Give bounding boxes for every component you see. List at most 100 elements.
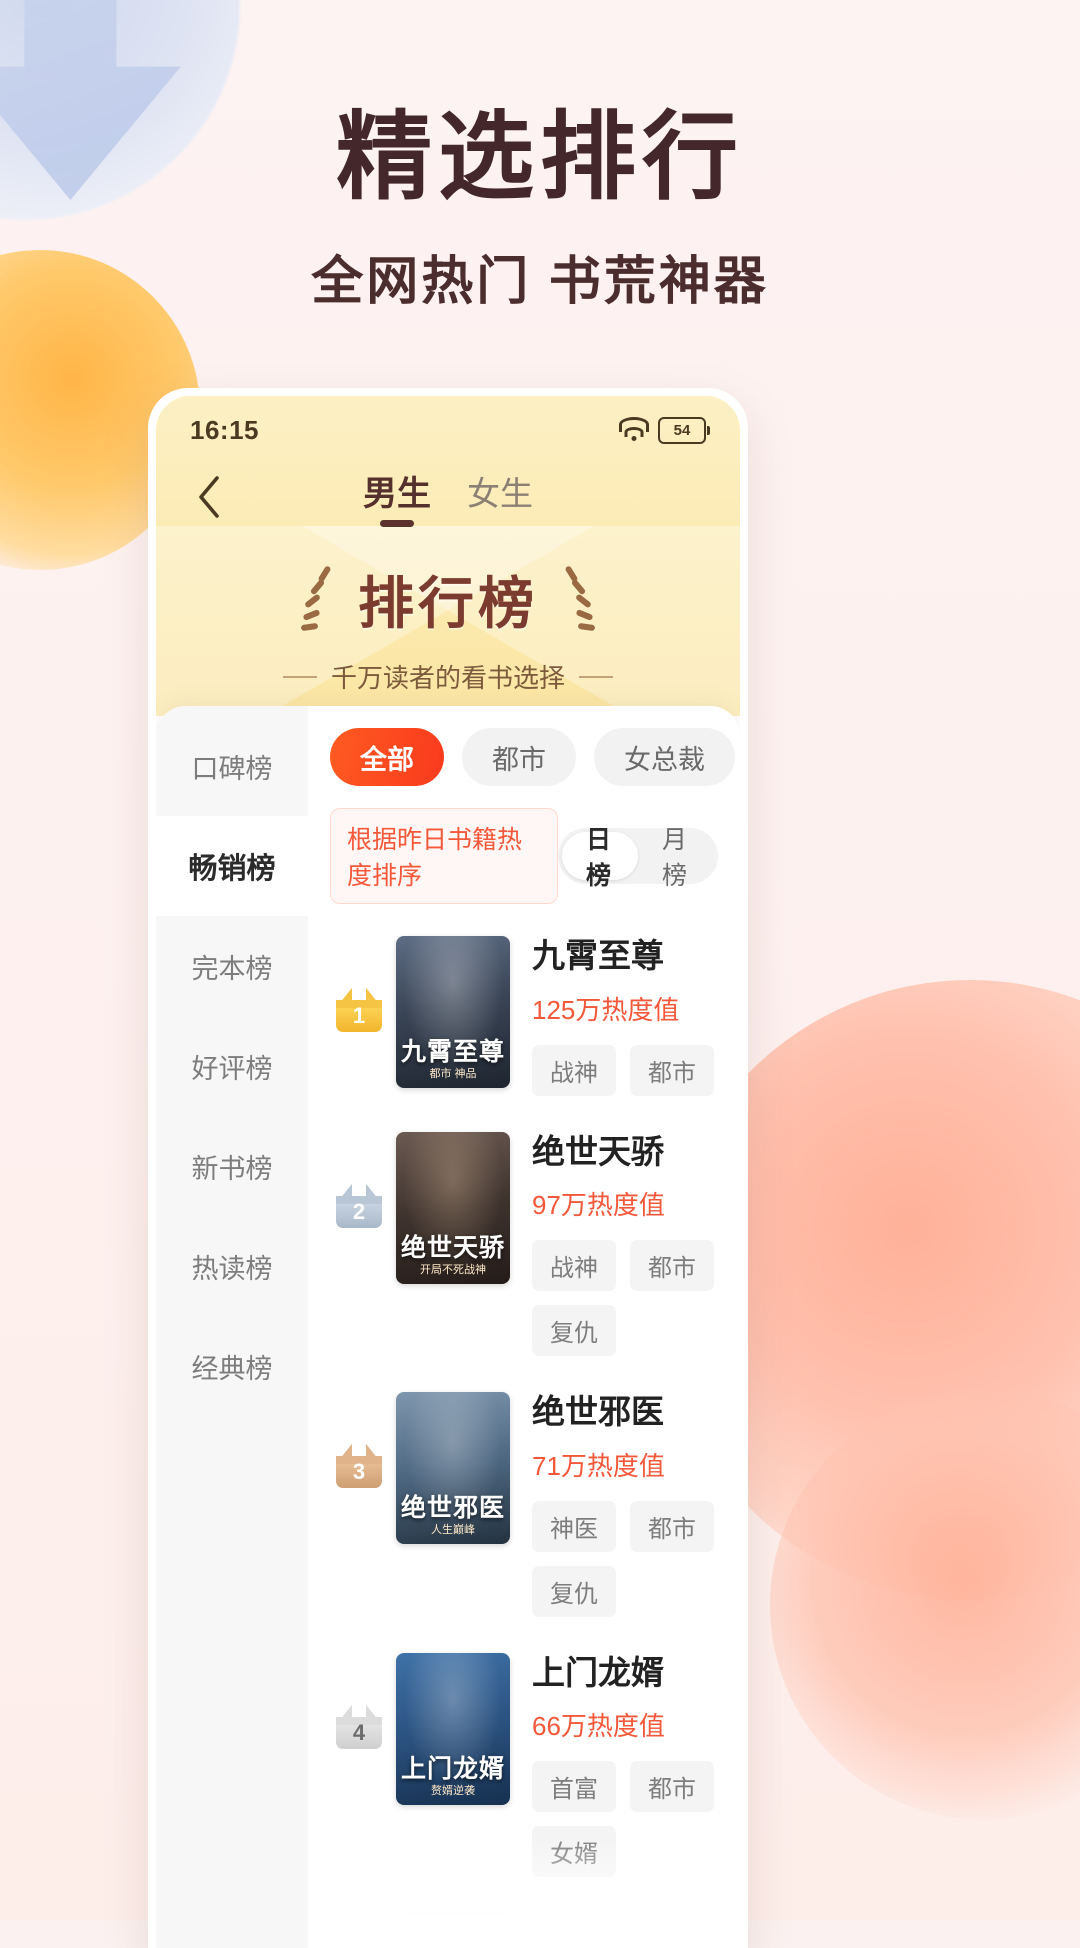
rank-number: 2 bbox=[352, 1198, 366, 1224]
crown-icon: 1 bbox=[336, 988, 382, 1032]
ranking-content-card: 口碑榜 畅销榜 完本榜 好评榜 新书榜 热读榜 经典榜 全部 都市 女总裁 神医… bbox=[156, 706, 740, 1948]
book-tag: 首富 bbox=[532, 1761, 616, 1813]
sidebar-item-xinshu[interactable]: 新书榜 bbox=[156, 1116, 308, 1216]
sidebar-item-haoping[interactable]: 好评榜 bbox=[156, 1016, 308, 1116]
book-tags: 战神 都市 bbox=[532, 1044, 718, 1096]
sidebar-item-koubei[interactable]: 口碑榜 bbox=[156, 716, 308, 816]
book-title: 九霄至尊 bbox=[532, 937, 664, 974]
book-title: 绝世天骄 bbox=[532, 1132, 664, 1170]
rank-badge-wrap: 1 bbox=[330, 936, 388, 1032]
book-title: 离婚后，高冷女总裁后悔了 bbox=[532, 1914, 697, 1948]
book-cover[interactable]: 离婚后 高冷女总裁 bbox=[396, 1913, 510, 1948]
tab-female[interactable]: 女生 bbox=[467, 467, 533, 529]
rank-badge-wrap: 4 bbox=[330, 1653, 388, 1749]
status-bar: 16:15 54 bbox=[156, 396, 740, 458]
rank-number: 1 bbox=[352, 1003, 366, 1028]
book-tag: 都市 bbox=[630, 1044, 714, 1096]
book-heat: 71万热度值 bbox=[532, 1450, 665, 1481]
battery-level: 54 bbox=[673, 421, 691, 439]
book-title: 上门龙婿 bbox=[532, 1653, 664, 1691]
cover-title: 绝世邪医 bbox=[400, 1494, 505, 1523]
book-heat: 125万热度值 bbox=[532, 994, 680, 1025]
sidebar-item-redu[interactable]: 热读榜 bbox=[156, 1216, 308, 1316]
banner-rule-right bbox=[579, 675, 613, 678]
book-cover[interactable]: 上门龙婿 赘婿逆袭 bbox=[396, 1652, 510, 1805]
book-tag: 女婿 bbox=[532, 1826, 616, 1878]
rank-number: 3 bbox=[352, 1459, 366, 1485]
chip-dushi[interactable]: 都市 bbox=[462, 728, 576, 786]
phone-mockup: 16:15 54 男生 女生 排行榜 千万读者的看书选择 口碑榜 畅销榜 完本榜… bbox=[148, 388, 748, 1948]
book-heat: 97万热度值 bbox=[532, 1190, 665, 1221]
book-tag: 都市 bbox=[630, 1500, 714, 1552]
filter-row: 根据昨日书籍热度排序 日榜 月榜 bbox=[308, 792, 740, 914]
crown-icon: 3 bbox=[336, 1444, 382, 1489]
banner-subtitle: 千万读者的看书选择 bbox=[330, 663, 565, 693]
sort-note: 根据昨日书籍热度排序 bbox=[330, 808, 558, 904]
ranking-category-sidebar: 口碑榜 畅销榜 完本榜 好评榜 新书榜 热读榜 经典榜 bbox=[156, 706, 308, 1948]
book-list-item[interactable]: 5 离婚后 高冷女总裁 离婚后，高冷女总裁后悔了 63万热度值 bbox=[330, 1895, 718, 1948]
cover-subtitle: 开局不死战神 bbox=[420, 1263, 486, 1276]
cover-subtitle: 都市 神品 bbox=[429, 1068, 477, 1080]
sidebar-item-jingdian[interactable]: 经典榜 bbox=[156, 1316, 308, 1416]
book-tags: 战神 都市 复仇 bbox=[532, 1240, 718, 1357]
rank-badge-wrap: 3 bbox=[330, 1392, 388, 1489]
crown-icon: 4 bbox=[336, 1704, 382, 1749]
book-tag: 战神 bbox=[532, 1240, 616, 1292]
book-list-item[interactable]: 2 绝世天骄 开局不死战神 绝世天骄 97万热度值 战神 都市 复仇 bbox=[330, 1114, 718, 1375]
segment-monthly[interactable]: 月榜 bbox=[638, 826, 714, 890]
book-tag: 复仇 bbox=[532, 1305, 616, 1357]
wifi-icon bbox=[619, 416, 649, 441]
chip-all[interactable]: 全部 bbox=[330, 728, 444, 786]
battery-icon: 54 bbox=[658, 416, 710, 444]
laurel-left-icon bbox=[296, 564, 336, 633]
ranking-banner: 排行榜 千万读者的看书选择 bbox=[156, 536, 740, 718]
promo-title: 精选排行 bbox=[336, 104, 744, 211]
book-cover[interactable]: 绝世天骄 开局不死战神 bbox=[396, 1131, 510, 1284]
sidebar-item-changxiao[interactable]: 畅销榜 bbox=[156, 816, 308, 916]
cover-title: 九霄至尊 bbox=[400, 1038, 505, 1066]
book-tags: 神医 都市 复仇 bbox=[532, 1500, 718, 1617]
book-title: 绝世邪医 bbox=[532, 1393, 664, 1431]
book-list-item[interactable]: 1 九霄至尊 都市 神品 九霄至尊 125万热度值 战神 都市 bbox=[330, 918, 718, 1114]
book-ranking-list: 1 九霄至尊 都市 神品 九霄至尊 125万热度值 战神 都市 2 绝世天骄 开… bbox=[308, 914, 740, 1948]
book-list-item[interactable]: 3 绝世邪医 人生巅峰 绝世邪医 71万热度值 神医 都市 复仇 bbox=[330, 1374, 718, 1635]
rank-badge-wrap: 2 bbox=[330, 1132, 388, 1228]
cover-title: 上门龙婿 bbox=[400, 1754, 505, 1783]
promo-headline: 精选排行 全网热门 书荒神器 bbox=[0, 104, 1080, 314]
book-cover[interactable]: 绝世邪医 人生巅峰 bbox=[396, 1392, 510, 1545]
chip-nvzongcai[interactable]: 女总裁 bbox=[594, 728, 735, 786]
rank-badge-wrap: 5 bbox=[330, 1913, 388, 1948]
book-list-item[interactable]: 4 上门龙婿 赘婿逆袭 上门龙婿 66万热度值 首富 都市 女婿 bbox=[330, 1635, 718, 1896]
book-info: 绝世天骄 97万热度值 战神 都市 复仇 bbox=[510, 1132, 718, 1357]
laurel-right-icon bbox=[560, 564, 600, 633]
cover-subtitle: 赘婿逆袭 bbox=[431, 1784, 475, 1797]
book-tag: 都市 bbox=[630, 1240, 714, 1292]
phone-screen: 16:15 54 男生 女生 排行榜 千万读者的看书选择 口碑榜 畅销榜 完本榜… bbox=[156, 396, 740, 1948]
book-info: 上门龙婿 66万热度值 首富 都市 女婿 bbox=[510, 1653, 718, 1878]
back-chevron-icon[interactable] bbox=[186, 474, 232, 520]
banner-subtitle-row: 千万读者的看书选择 bbox=[282, 658, 613, 695]
book-tags: 首富 都市 女婿 bbox=[532, 1761, 718, 1878]
period-toggle[interactable]: 日榜 月榜 bbox=[557, 826, 718, 890]
book-cover[interactable]: 九霄至尊 都市 神品 bbox=[396, 936, 510, 1088]
book-tag: 神医 bbox=[532, 1500, 616, 1552]
book-tag: 都市 bbox=[630, 1761, 714, 1813]
segment-daily[interactable]: 日榜 bbox=[561, 826, 638, 890]
banner-rule-left bbox=[282, 675, 317, 678]
nav-bar: 男生 女生 bbox=[156, 458, 740, 536]
banner-row: 排行榜 bbox=[296, 559, 600, 640]
cover-subtitle: 人生巅峰 bbox=[431, 1524, 475, 1537]
crown-icon: 2 bbox=[336, 1183, 382, 1228]
book-info: 绝世邪医 71万热度值 神医 都市 复仇 bbox=[510, 1392, 718, 1617]
category-chip-row[interactable]: 全部 都市 女总裁 神医 战 bbox=[308, 706, 740, 792]
book-tag: 战神 bbox=[532, 1044, 616, 1096]
tab-male[interactable]: 男生 bbox=[363, 466, 431, 529]
book-tag: 复仇 bbox=[532, 1565, 616, 1617]
sidebar-item-wanben[interactable]: 完本榜 bbox=[156, 916, 308, 1016]
book-info: 九霄至尊 125万热度值 战神 都市 bbox=[510, 936, 718, 1096]
banner-title: 排行榜 bbox=[358, 572, 538, 635]
rank-number: 4 bbox=[352, 1719, 366, 1745]
app-header: 16:15 54 男生 女生 排行榜 千万读者的看书选择 bbox=[156, 396, 740, 716]
cover-title: 绝世天骄 bbox=[400, 1233, 505, 1262]
book-heat: 66万热度值 bbox=[532, 1711, 665, 1742]
